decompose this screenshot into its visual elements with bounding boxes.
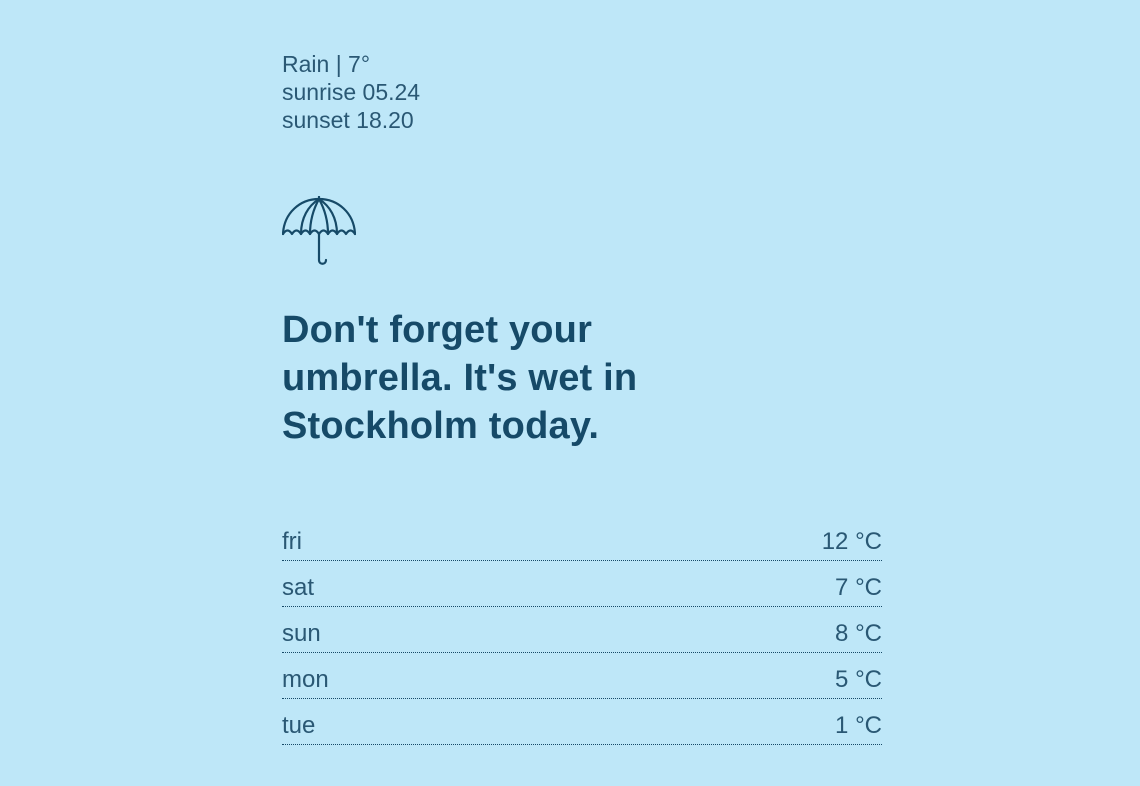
umbrella-icon xyxy=(282,196,356,266)
forecast-row: tue 1 °C xyxy=(282,700,882,745)
forecast-row: sun 8 °C xyxy=(282,608,882,653)
sunset-time: sunset 18.20 xyxy=(282,107,414,133)
forecast-temp: 1 °C xyxy=(835,712,882,739)
forecast-day: sun xyxy=(282,620,321,647)
forecast-row: mon 5 °C xyxy=(282,654,882,699)
weather-headline: Don't forget your umbrella. It's wet in … xyxy=(282,309,638,447)
forecast-day: mon xyxy=(282,666,329,693)
forecast-temp: 5 °C xyxy=(835,666,882,693)
forecast-temp: 8 °C xyxy=(835,620,882,647)
weather-summary: Rain | 7° sunrise 05.24 sunset 18.20 xyxy=(282,50,882,134)
forecast-day: sat xyxy=(282,574,315,601)
forecast-row: fri 12 °C xyxy=(282,516,882,561)
current-condition: Rain | 7° xyxy=(282,51,371,77)
forecast-temp: 12 °C xyxy=(821,528,882,555)
forecast-day: fri xyxy=(282,528,302,555)
weather-app: Rain | 7° sunrise 05.24 sunset 18.20 Don… xyxy=(282,50,882,745)
forecast-row: sat 7 °C xyxy=(282,562,882,607)
forecast-list: fri 12 °C sat 7 °C sun 8 °C mon 5 °C tue… xyxy=(282,516,882,745)
forecast-day: tue xyxy=(282,712,316,739)
sunrise-time: sunrise 05.24 xyxy=(282,79,421,105)
forecast-temp: 7 °C xyxy=(835,574,882,601)
